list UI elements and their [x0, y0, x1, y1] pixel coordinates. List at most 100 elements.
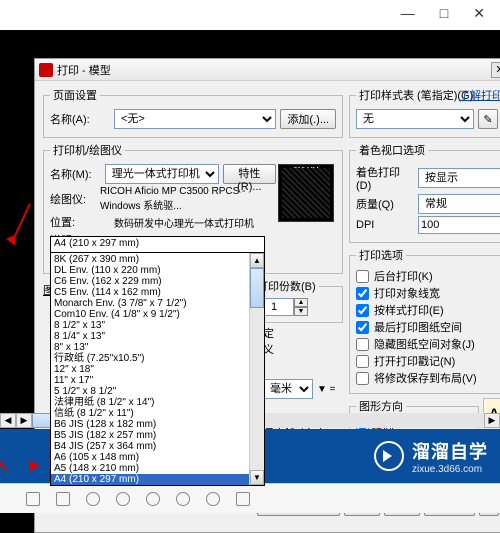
scroll-thumb[interactable]	[250, 268, 264, 308]
dropdown-scrollbar[interactable]: ▲ ▼	[249, 253, 264, 485]
hscroll-left[interactable]: ◀	[0, 413, 16, 428]
paper-size-option[interactable]: 11" x 17"	[51, 375, 264, 386]
paper-size-option[interactable]: 5 1/2" x 8 1/2"	[51, 386, 264, 397]
opt-hideps-checkbox[interactable]	[356, 338, 369, 351]
opt-lw-checkbox[interactable]	[356, 287, 369, 300]
dpi-label: DPI	[356, 219, 414, 231]
printer-props-button[interactable]: 特性(R)...	[223, 164, 276, 184]
paper-size-option[interactable]: B5 JIS (182 x 257 mm)	[51, 430, 264, 441]
plotter-value: RICOH Aficio MP C3500 RPCS - Windows 系统驱…	[100, 186, 276, 212]
copies-up[interactable]: ▲	[294, 298, 308, 307]
quality-select[interactable]: 常规	[418, 194, 500, 214]
opt-stamp-checkbox[interactable]	[356, 355, 369, 368]
tool-icon-6[interactable]	[176, 492, 190, 506]
tool-icon-8[interactable]	[236, 492, 250, 506]
location-value: 数码研发中心理光一体式打印机	[114, 215, 254, 230]
paper-size-option[interactable]: 行政纸 (7.25"x10.5")	[51, 353, 264, 364]
opt-save-checkbox[interactable]	[356, 372, 369, 385]
dialog-title: 打印 - 模型	[57, 62, 111, 78]
opt-save-label: 将修改保存到布局(V)	[374, 370, 477, 386]
scroll-up-button[interactable]: ▲	[250, 253, 264, 268]
plotstyle-edit-button[interactable]: ✎	[478, 109, 498, 129]
paper-size-option[interactable]: 8 1/4" x 13"	[51, 331, 264, 342]
paper-size-option[interactable]: 8 1/2" x 13"	[51, 320, 264, 331]
paper-size-option[interactable]: 8" x 13"	[51, 342, 264, 353]
plotter-label: 绘图仪:	[50, 191, 96, 207]
paper-size-option[interactable]: B6 JIS (128 x 182 mm)	[51, 419, 264, 430]
paper-size-option[interactable]: C6 Env. (162 x 229 mm)	[51, 276, 264, 287]
paper-size-option[interactable]: 8K (267 x 390 mm)	[51, 254, 264, 265]
paper-size-selected[interactable]: A4 (210 x 297 mm)	[51, 237, 264, 253]
opt-bg-label: 后台打印(K)	[374, 268, 433, 284]
play-icon	[374, 441, 404, 471]
tool-icon-4[interactable]	[116, 492, 130, 506]
paper-size-option[interactable]: A6 (105 x 148 mm)	[51, 452, 264, 463]
paper-size-option[interactable]: 信纸 (8 1/2" x 11")	[51, 408, 264, 419]
opt-stamp-label: 打开打印戳记(N)	[374, 353, 455, 369]
viewport-group: 着色视口选项 着色打印(D) 按显示 质量(Q) 常规 DPI	[349, 142, 500, 243]
orientation-legend: 图形方向	[356, 398, 406, 414]
help-link[interactable]: 了解打印	[459, 87, 500, 103]
paper-size-option[interactable]: B4 JIS (257 x 364 mm)	[51, 441, 264, 452]
tool-icon-3[interactable]	[86, 492, 100, 506]
paper-size-option[interactable]: A5 (148 x 210 mm)	[51, 463, 264, 474]
hscroll-right[interactable]: ▶	[16, 413, 32, 428]
opt-bg-checkbox[interactable]	[356, 270, 369, 283]
print-options-legend: 打印选项	[356, 247, 406, 263]
tool-icon-7[interactable]	[206, 492, 220, 506]
paper-size-dropdown[interactable]: A4 (210 x 297 mm) 国标文档尺寸1(210.0 x 297.0毫…	[50, 236, 265, 486]
def-fragment: 定义	[263, 325, 281, 357]
outer-min-button[interactable]: —	[401, 5, 415, 21]
paper-size-option[interactable]: Com10 Env. (4 1/8" x 9 1/2")	[51, 309, 264, 320]
paper-size-option[interactable]: A4 (210 x 297 mm)	[51, 474, 264, 485]
paper-size-option[interactable]: 12" x 18"	[51, 364, 264, 375]
opt-pslast-label: 最后打印图纸空间	[374, 319, 462, 335]
tool-icon-5[interactable]	[146, 492, 160, 506]
paper-size-option[interactable]: 法律用纸 (8 1/2" x 14")	[51, 397, 264, 408]
opt-lw-label: 打印对象线宽	[374, 285, 440, 301]
printer-name-label: 名称(M):	[50, 166, 101, 182]
paper-preview-label: 210 MM	[279, 167, 333, 174]
outer-max-button[interactable]: □	[440, 5, 448, 21]
tool-icon-1[interactable]	[26, 492, 40, 506]
printer-name-select[interactable]: 理光一体式打印机	[105, 164, 219, 184]
paper-size-list[interactable]: 国标文档尺寸1(210.0 x 297.0毫米)国标文档尺寸2(210.0 x …	[51, 253, 264, 485]
pagesetup-name-label: 名称(A):	[50, 111, 110, 127]
scroll-down-button[interactable]: ▼	[250, 470, 264, 485]
print-options-group: 打印选项 后台打印(K) 打印对象线宽 按样式打印(E) 最后打印图纸空间 隐藏…	[349, 247, 500, 394]
shade-select[interactable]: 按显示	[418, 168, 500, 188]
viewport-legend: 着色视口选项	[356, 142, 428, 158]
scroll-track[interactable]	[250, 308, 264, 470]
opt-hideps-label: 隐藏图纸空间对象(J)	[374, 336, 475, 352]
pagesetup-add-button[interactable]: 添加(.)...	[280, 109, 336, 129]
quality-label: 质量(Q)	[356, 196, 414, 212]
opt-pslast-checkbox[interactable]	[356, 321, 369, 334]
outer-close-button[interactable]: ✕	[473, 5, 485, 22]
plotstyle-select[interactable]: 无	[356, 109, 474, 129]
shade-label: 着色打印(D)	[356, 164, 414, 192]
dpi-input	[418, 216, 500, 234]
app-window: — □ ✕ 打印 - 模型 ✕ 了解打印 页面设置 名称(A):	[0, 0, 500, 513]
page-setup-group: 页面设置 名称(A): <无> 添加(.)...	[43, 87, 343, 138]
page-setup-legend: 页面设置	[50, 87, 100, 103]
dialog-titlebar[interactable]: 打印 - 模型 ✕	[35, 59, 500, 81]
copies-down[interactable]: ▼	[294, 307, 308, 316]
paper-size-option[interactable]: Monarch Env. (3 7/8" x 7 1/2")	[51, 298, 264, 309]
dialog-close-button[interactable]: ✕	[491, 62, 500, 78]
brand-url: zixue.3d66.com	[412, 464, 488, 475]
paper-size-option[interactable]: DL Env. (110 x 220 mm)	[51, 265, 264, 276]
hscroll-right2[interactable]: ▶	[484, 413, 500, 428]
paper-size-option[interactable]: C5 Env. (114 x 162 mm)	[51, 287, 264, 298]
opt-styles-label: 按样式打印(E)	[374, 302, 444, 318]
brand-name: 溜溜自学	[412, 438, 488, 464]
tool-icon-2[interactable]	[56, 492, 70, 506]
pagesetup-name-select[interactable]: <无>	[114, 109, 276, 129]
outer-titlebar: — □ ✕	[0, 0, 500, 30]
app-icon	[39, 63, 53, 77]
opt-styles-checkbox[interactable]	[356, 304, 369, 317]
paper-preview: 210 MM	[278, 164, 334, 222]
bottom-toolbar	[0, 483, 500, 513]
unit-select[interactable]: 毫米	[263, 379, 313, 399]
location-label: 位置:	[50, 214, 110, 230]
printer-legend: 打印机/绘图仪	[50, 142, 125, 158]
